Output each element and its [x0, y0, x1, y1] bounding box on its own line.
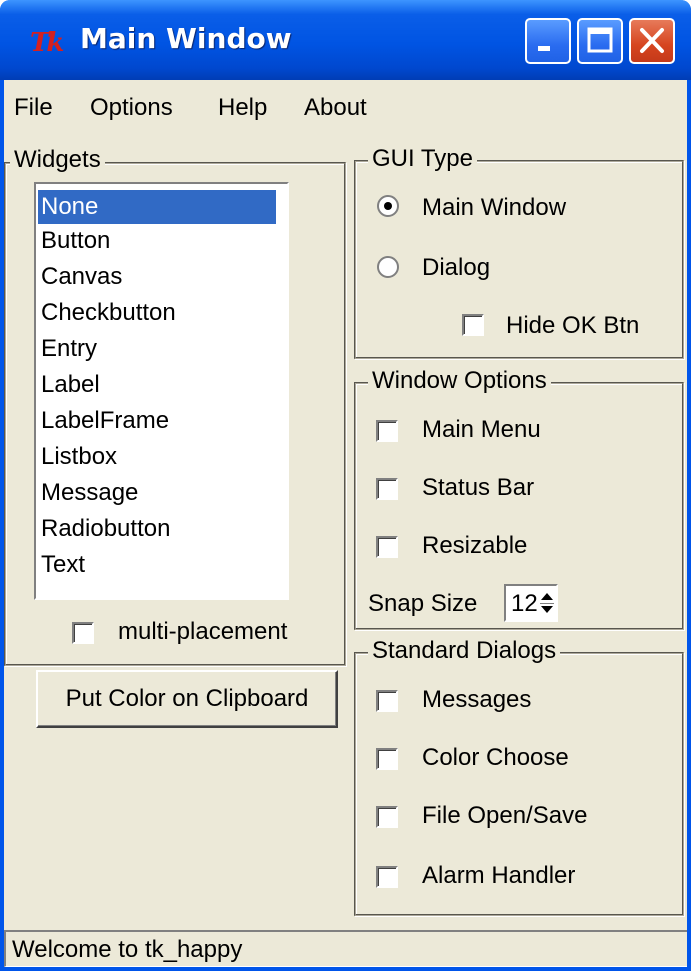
hide-ok-btn-label: Hide OK Btn	[506, 312, 640, 339]
menu-options[interactable]: Options	[90, 94, 173, 122]
gui-type-frame-label: GUI Type	[368, 145, 477, 173]
list-item[interactable]: Checkbutton	[38, 296, 276, 330]
menu-help[interactable]: Help	[218, 94, 267, 122]
main-menu-label: Main Menu	[422, 416, 541, 443]
main-window-radio[interactable]	[376, 194, 400, 218]
resizable-checkbox[interactable]	[376, 536, 398, 558]
multi-placement-checkbox[interactable]	[72, 622, 94, 644]
main-menu-checkbox[interactable]	[376, 420, 398, 442]
file-open-save-checkbox[interactable]	[376, 806, 398, 828]
list-item[interactable]: Listbox	[38, 440, 276, 474]
list-item[interactable]: Text	[38, 548, 276, 582]
main-window-radio-label: Main Window	[422, 194, 567, 221]
alarm-handler-checkbox[interactable]	[376, 866, 398, 888]
multi-placement-label: multi-placement	[118, 618, 288, 645]
file-open-save-label: File Open/Save	[422, 802, 588, 829]
close-button[interactable]	[629, 18, 675, 64]
minimize-icon	[538, 46, 550, 51]
list-item[interactable]: Button	[38, 224, 276, 258]
spin-arrows-icon[interactable]	[540, 588, 554, 618]
list-item[interactable]: LabelFrame	[38, 404, 276, 438]
list-item[interactable]: Canvas	[38, 260, 276, 294]
dialog-radio-label: Dialog	[422, 254, 491, 281]
standard-dialogs-frame-label: Standard Dialogs	[368, 637, 561, 665]
color-choose-checkbox[interactable]	[376, 748, 398, 770]
hide-ok-btn-checkbox[interactable]	[462, 314, 484, 336]
alarm-handler-label: Alarm Handler	[422, 862, 576, 889]
close-icon	[640, 28, 664, 53]
status-bar: Welcome to tk_happy	[4, 930, 687, 967]
list-item[interactable]: None	[38, 190, 276, 224]
widgets-listbox[interactable]: None Button Canvas Checkbutton Entry Lab…	[34, 182, 289, 600]
window-title: Main Window	[80, 22, 292, 55]
put-color-on-clipboard-button[interactable]: Put Color on Clipboard	[36, 670, 338, 728]
menu-bar: File Options Help About	[4, 80, 687, 136]
window-options-frame-label: Window Options	[368, 367, 551, 395]
list-item[interactable]: Radiobutton	[38, 512, 276, 546]
maximize-button[interactable]	[577, 18, 623, 64]
status-text: Welcome to tk_happy	[12, 936, 243, 963]
status-bar-label: Status Bar	[422, 474, 535, 501]
maximize-icon	[587, 27, 613, 53]
minimize-button[interactable]	[525, 18, 571, 64]
list-item[interactable]: Entry	[38, 332, 276, 366]
messages-label: Messages	[422, 686, 532, 713]
messages-checkbox[interactable]	[376, 690, 398, 712]
color-choose-label: Color Choose	[422, 744, 569, 771]
resizable-label: Resizable	[422, 532, 528, 559]
title-bar[interactable]: Tk Main Window	[0, 0, 691, 80]
list-item[interactable]: Label	[38, 368, 276, 402]
status-bar-checkbox[interactable]	[376, 478, 398, 500]
widgets-frame-label: Widgets	[10, 146, 105, 174]
menu-about[interactable]: About	[304, 94, 367, 122]
snap-size-value[interactable]: 12	[511, 590, 538, 618]
list-item[interactable]: Message	[38, 476, 276, 510]
main-window: Tk Main Window File Options Help About W…	[0, 0, 691, 971]
menu-file[interactable]: File	[14, 94, 53, 122]
dialog-radio[interactable]	[376, 255, 400, 279]
snap-size-spinbox[interactable]: 12	[504, 584, 558, 622]
snap-size-label: Snap Size	[368, 590, 478, 617]
tk-feather-icon: Tk	[30, 28, 64, 58]
